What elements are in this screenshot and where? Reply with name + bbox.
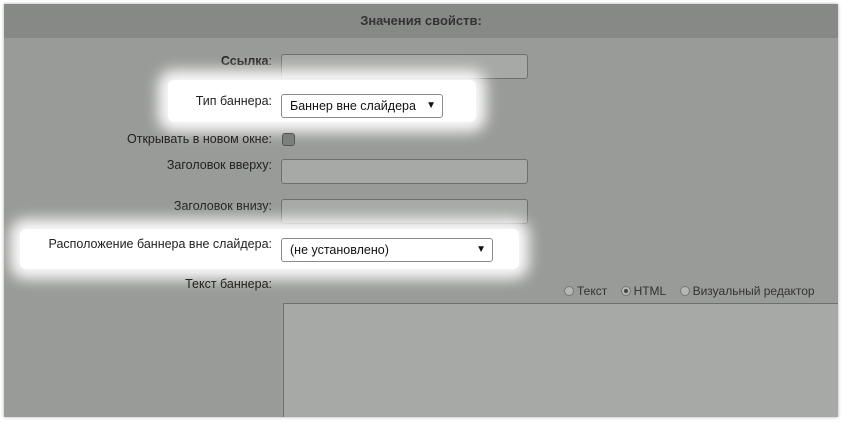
link-input[interactable] [281,54,528,79]
dropdown-arrow-icon: ▼ [426,100,436,111]
title-bottom-input[interactable] [281,199,528,224]
title-bottom-label: Заголовок внизу: [173,199,272,213]
radio-checked-icon [620,286,631,296]
placement-label: Расположение баннера вне слайдера: [48,237,272,251]
placement-value: (не установлено) [290,243,389,257]
title-top-label: Заголовок вверху: [166,158,272,172]
dropdown-arrow-icon: ▼ [476,244,486,255]
editor-mode-html[interactable]: HTML [620,284,666,298]
placement-select[interactable]: (не установлено) ▼ [281,238,493,262]
new-window-label: Открывать в новом окне: [127,132,272,146]
radio-icon [564,286,574,296]
banner-type-select[interactable]: Баннер вне слайдера ▼ [281,94,443,118]
editor-mode-switch: Текст HTML Визуальный редактор [564,284,825,298]
banner-type-value: Баннер вне слайдера [290,99,416,113]
banner-text-label: Текст баннера: [185,277,272,291]
title-top-input[interactable] [281,159,528,184]
link-label: Ссылка: [220,54,272,68]
banner-type-label: Тип баннера: [195,94,272,108]
editor-mode-text[interactable]: Текст [564,284,607,298]
radio-icon [679,286,690,296]
panel-title: Значения свойств: [4,4,838,38]
editor-mode-visual[interactable]: Визуальный редактор [679,284,815,298]
banner-text-editor[interactable] [283,303,838,417]
properties-panel: Значения свойств: Ссылка: Тип баннера: Б… [4,4,838,417]
new-window-checkbox[interactable] [282,133,295,146]
